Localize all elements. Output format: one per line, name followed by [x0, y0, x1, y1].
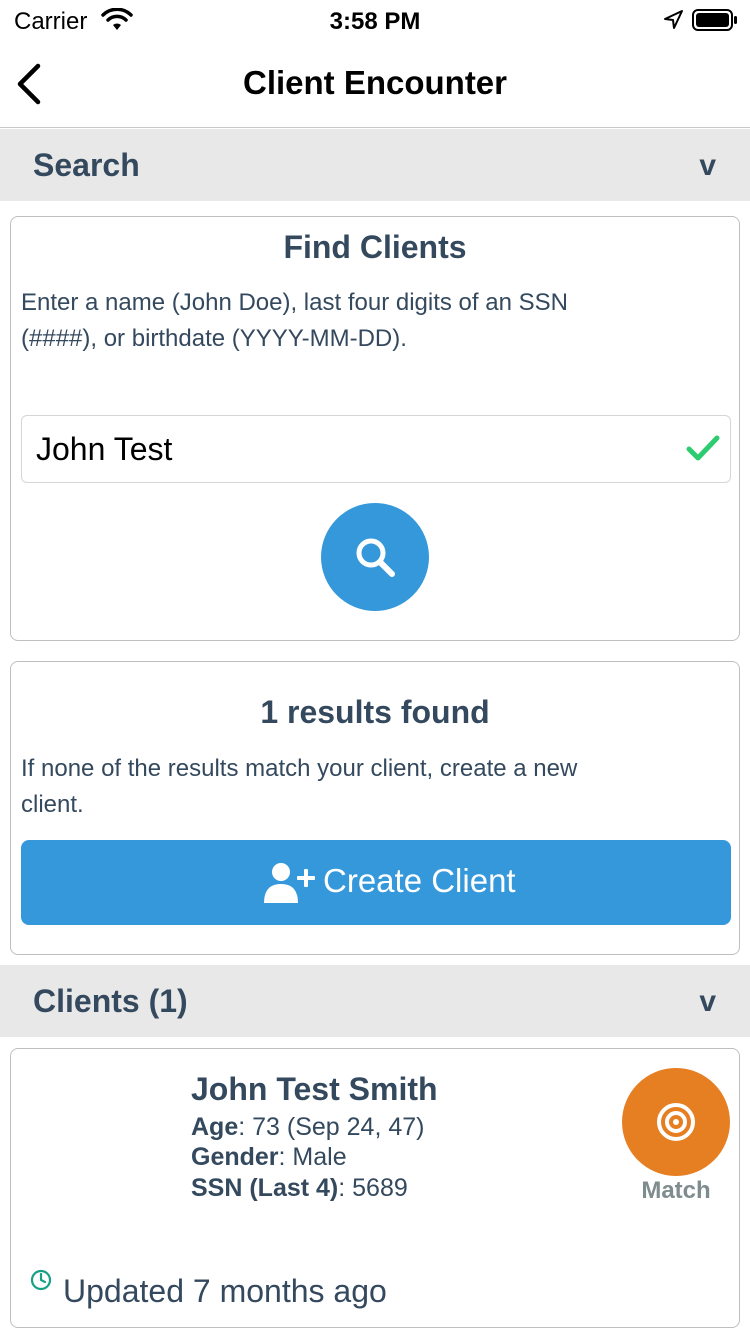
client-ssn: SSN (Last 4): 5689 — [191, 1174, 408, 1203]
search-input-value[interactable]: John Test — [36, 431, 172, 468]
match-label[interactable]: Match — [622, 1177, 730, 1205]
results-instructions: If none of the results match your client… — [21, 755, 578, 818]
age-label: Age — [191, 1113, 239, 1141]
gender-value: : Male — [278, 1143, 347, 1171]
location-arrow-icon — [664, 10, 683, 29]
search-section-title: Search — [33, 147, 140, 183]
clock: 3:58 PM — [329, 8, 421, 35]
match-button[interactable] — [622, 1068, 730, 1176]
battery-icon — [692, 9, 737, 31]
clients-section-title: Clients (1) — [33, 983, 188, 1019]
find-clients-title: Find Clients — [283, 229, 467, 265]
create-client-label: Create Client — [323, 862, 516, 899]
client-gender: Gender: Male — [191, 1143, 347, 1172]
clients-section-header[interactable]: Clients (1) v — [0, 965, 750, 1037]
gender-label: Gender — [191, 1143, 279, 1171]
collapse-chevron-icon[interactable]: v — [699, 985, 716, 1019]
search-section-header[interactable]: Search v — [0, 129, 750, 201]
status-bar: Carrier 3:58 PM — [0, 0, 750, 40]
valid-check-icon — [686, 435, 720, 461]
search-button[interactable] — [321, 503, 429, 611]
clock-icon — [30, 1269, 52, 1291]
find-clients-card: Find Clients Enter a name (John Doe), la… — [10, 216, 740, 641]
ssn-label: SSN (Last 4) — [191, 1174, 339, 1202]
client-age: Age: 73 (Sep 24, 47) — [191, 1113, 424, 1142]
updated-timestamp: Updated 7 months ago — [63, 1273, 387, 1309]
navigation-bar: Client Encounter — [0, 40, 750, 128]
find-clients-instructions: Enter a name (John Doe), last four digit… — [21, 289, 568, 352]
page-title: Client Encounter — [242, 64, 508, 101]
client-search-input[interactable]: John Test — [21, 415, 731, 483]
create-client-button[interactable]: Create Client — [21, 840, 731, 925]
ssn-value: : 5689 — [338, 1174, 408, 1202]
search-icon — [356, 538, 395, 577]
age-value: : 73 (Sep 24, 47) — [238, 1113, 425, 1141]
results-count: 1 results found — [260, 694, 490, 730]
client-card[interactable]: John Test Smith Age: 73 (Sep 24, 47) Gen… — [10, 1048, 740, 1328]
results-card: 1 results found If none of the results m… — [10, 661, 740, 955]
user-plus-icon — [264, 863, 315, 903]
collapse-chevron-icon[interactable]: v — [699, 149, 716, 183]
client-name: John Test Smith — [191, 1071, 438, 1107]
target-icon — [657, 1103, 695, 1141]
